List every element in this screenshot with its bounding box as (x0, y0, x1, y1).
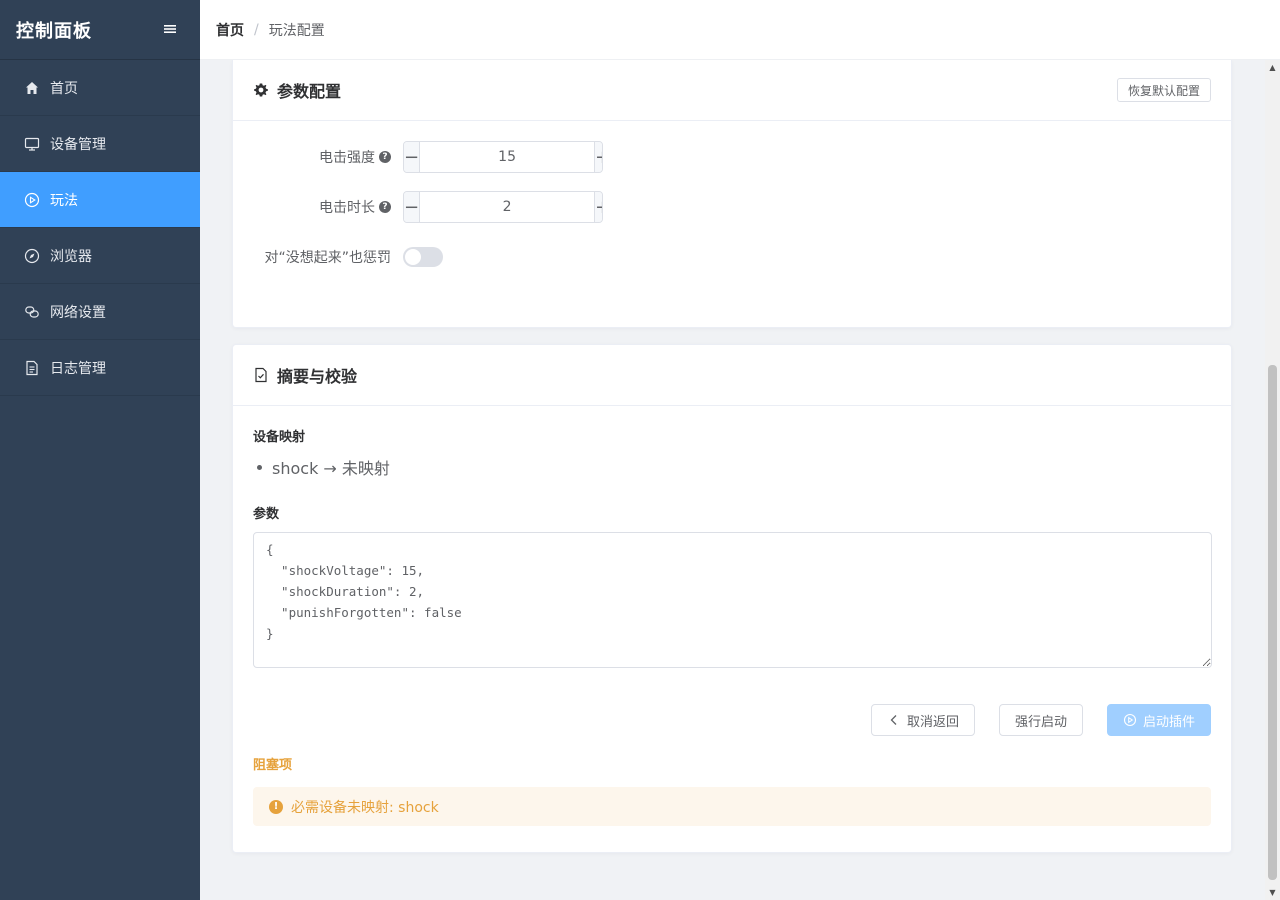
params-section-label: 参数 (253, 507, 280, 522)
play-circle-icon (1123, 713, 1137, 727)
voltage-decrement-button[interactable]: − (404, 142, 421, 172)
vertical-scrollbar[interactable]: ▲ ▼ (1265, 60, 1280, 900)
voltage-label-text: 电击强度 (319, 150, 375, 166)
duration-label-text: 电击时长 (319, 200, 375, 216)
sidebar: 控制面板 首页 设备管理 玩法 浏览器 网络设置 日志管理 (0, 0, 200, 900)
breadcrumb-current: 玩法配置 (268, 22, 325, 39)
mapping-text: shock → 未映射 (272, 459, 390, 478)
voltage-input[interactable] (420, 142, 595, 172)
punish-row: 对“没想起来”也惩罚 (253, 241, 1211, 273)
duration-label: 电击时长 ? (253, 197, 403, 217)
summary-body: 设备映射 shock → 未映射 参数 { "shockVoltage": 15… (233, 406, 1231, 846)
menu-icon[interactable] (164, 20, 176, 39)
params-card-title-text: 参数配置 (277, 82, 342, 101)
punish-forgotten-switch[interactable] (403, 247, 443, 267)
force-start-button[interactable]: 强行启动 (998, 704, 1083, 736)
breadcrumb: 首页 / 玩法配置 (200, 0, 1280, 60)
voltage-row: 电击强度 ? − + (253, 141, 1211, 173)
blockers-label: 阻塞项 (253, 758, 293, 773)
blocker-message: 必需设备未映射: shock (291, 799, 439, 816)
start-plugin-label: 启动插件 (1142, 713, 1195, 729)
mapping-section-label: 设备映射 (253, 430, 306, 445)
params-form: 电击强度 ? − + 电击时长 ? (233, 121, 1231, 311)
duration-input[interactable] (420, 192, 595, 222)
scroll-up-icon[interactable]: ▲ (1265, 60, 1280, 75)
sidebar-item-browser[interactable]: 浏览器 (0, 228, 200, 284)
sidebar-item-network[interactable]: 网络设置 (0, 284, 200, 340)
sidebar-item-label: 日志管理 (50, 360, 106, 377)
sidebar-item-home[interactable]: 首页 (0, 60, 200, 116)
params-json-textarea[interactable]: { "shockVoltage": 15, "shockDuration": 2… (253, 532, 1212, 668)
content-area: 参数配置 恢复默认配置 电击强度 ? − + (200, 60, 1280, 900)
scrollbar-thumb[interactable] (1268, 365, 1277, 880)
bullet-icon (257, 464, 262, 470)
sidebar-item-label: 网络设置 (50, 304, 106, 321)
sidebar-item-logs[interactable]: 日志管理 (0, 340, 200, 396)
cancel-back-label: 取消返回 (906, 713, 959, 729)
sidebar-item-gameplay[interactable]: 玩法 (0, 172, 200, 228)
list-item: shock → 未映射 (257, 455, 1211, 479)
duration-stepper: − + (403, 191, 603, 223)
play-circle-icon (24, 192, 40, 208)
scroll-down-icon[interactable]: ▼ (1265, 885, 1280, 900)
link-icon (24, 304, 40, 320)
sidebar-item-label: 玩法 (50, 192, 78, 209)
warning-icon: ! (269, 799, 283, 814)
params-card-title: 参数配置 (253, 78, 341, 102)
sidebar-item-label: 浏览器 (50, 248, 92, 265)
breadcrumb-separator: / (254, 21, 259, 38)
cancel-back-button[interactable]: 取消返回 (870, 704, 975, 736)
document-check-icon (253, 367, 269, 383)
document-icon (24, 360, 40, 376)
summary-card-header: 摘要与校验 (233, 345, 1231, 406)
reset-default-button[interactable]: 恢复默认配置 (1116, 78, 1211, 102)
blocker-alert: ! 必需设备未映射: shock (253, 787, 1211, 826)
chevron-left-icon (887, 713, 901, 727)
params-card: 参数配置 恢复默认配置 电击强度 ? − + (232, 60, 1232, 328)
main-area: 首页 / 玩法配置 参数配置 恢复默认配置 电击强度 ? − 15 电击时长 ?… (200, 0, 1280, 900)
sidebar-item-devices[interactable]: 设备管理 (0, 116, 200, 172)
switch-knob (405, 249, 421, 265)
summary-card-title-text: 摘要与校验 (277, 367, 358, 386)
sidebar-item-label: 设备管理 (50, 136, 106, 153)
mapping-list: shock → 未映射 (253, 455, 1211, 479)
help-icon[interactable]: ? (379, 201, 391, 213)
voltage-stepper: − + (403, 141, 603, 173)
sidebar-item-label: 首页 (50, 80, 78, 97)
voltage-increment-button[interactable]: + (594, 142, 602, 172)
monitor-icon (24, 136, 40, 152)
sidebar-brand: 控制面板 (0, 0, 200, 60)
gear-icon (253, 82, 269, 98)
params-card-header: 参数配置 恢复默认配置 (233, 60, 1231, 121)
punish-label: 对“没想起来”也惩罚 (253, 247, 403, 267)
summary-card: 摘要与校验 设备映射 shock → 未映射 参数 { "shockVoltag… (232, 344, 1232, 853)
punish-label-text: 对“没想起来”也惩罚 (264, 250, 391, 266)
breadcrumb-home[interactable]: 首页 (216, 20, 244, 40)
force-start-label: 强行启动 (1014, 713, 1067, 729)
help-icon[interactable]: ? (379, 151, 391, 163)
duration-increment-button[interactable]: + (594, 192, 602, 222)
voltage-label: 电击强度 ? (253, 147, 403, 167)
compass-icon (24, 248, 40, 264)
duration-row: 电击时长 ? − + (253, 191, 1211, 223)
app-title: 控制面板 (16, 20, 92, 42)
start-plugin-button[interactable]: 启动插件 (1106, 704, 1211, 736)
action-row: 取消返回 强行启动 启动插件 (253, 704, 1211, 736)
duration-decrement-button[interactable]: − (404, 192, 421, 222)
summary-card-title: 摘要与校验 (253, 363, 357, 387)
home-icon (24, 80, 40, 96)
